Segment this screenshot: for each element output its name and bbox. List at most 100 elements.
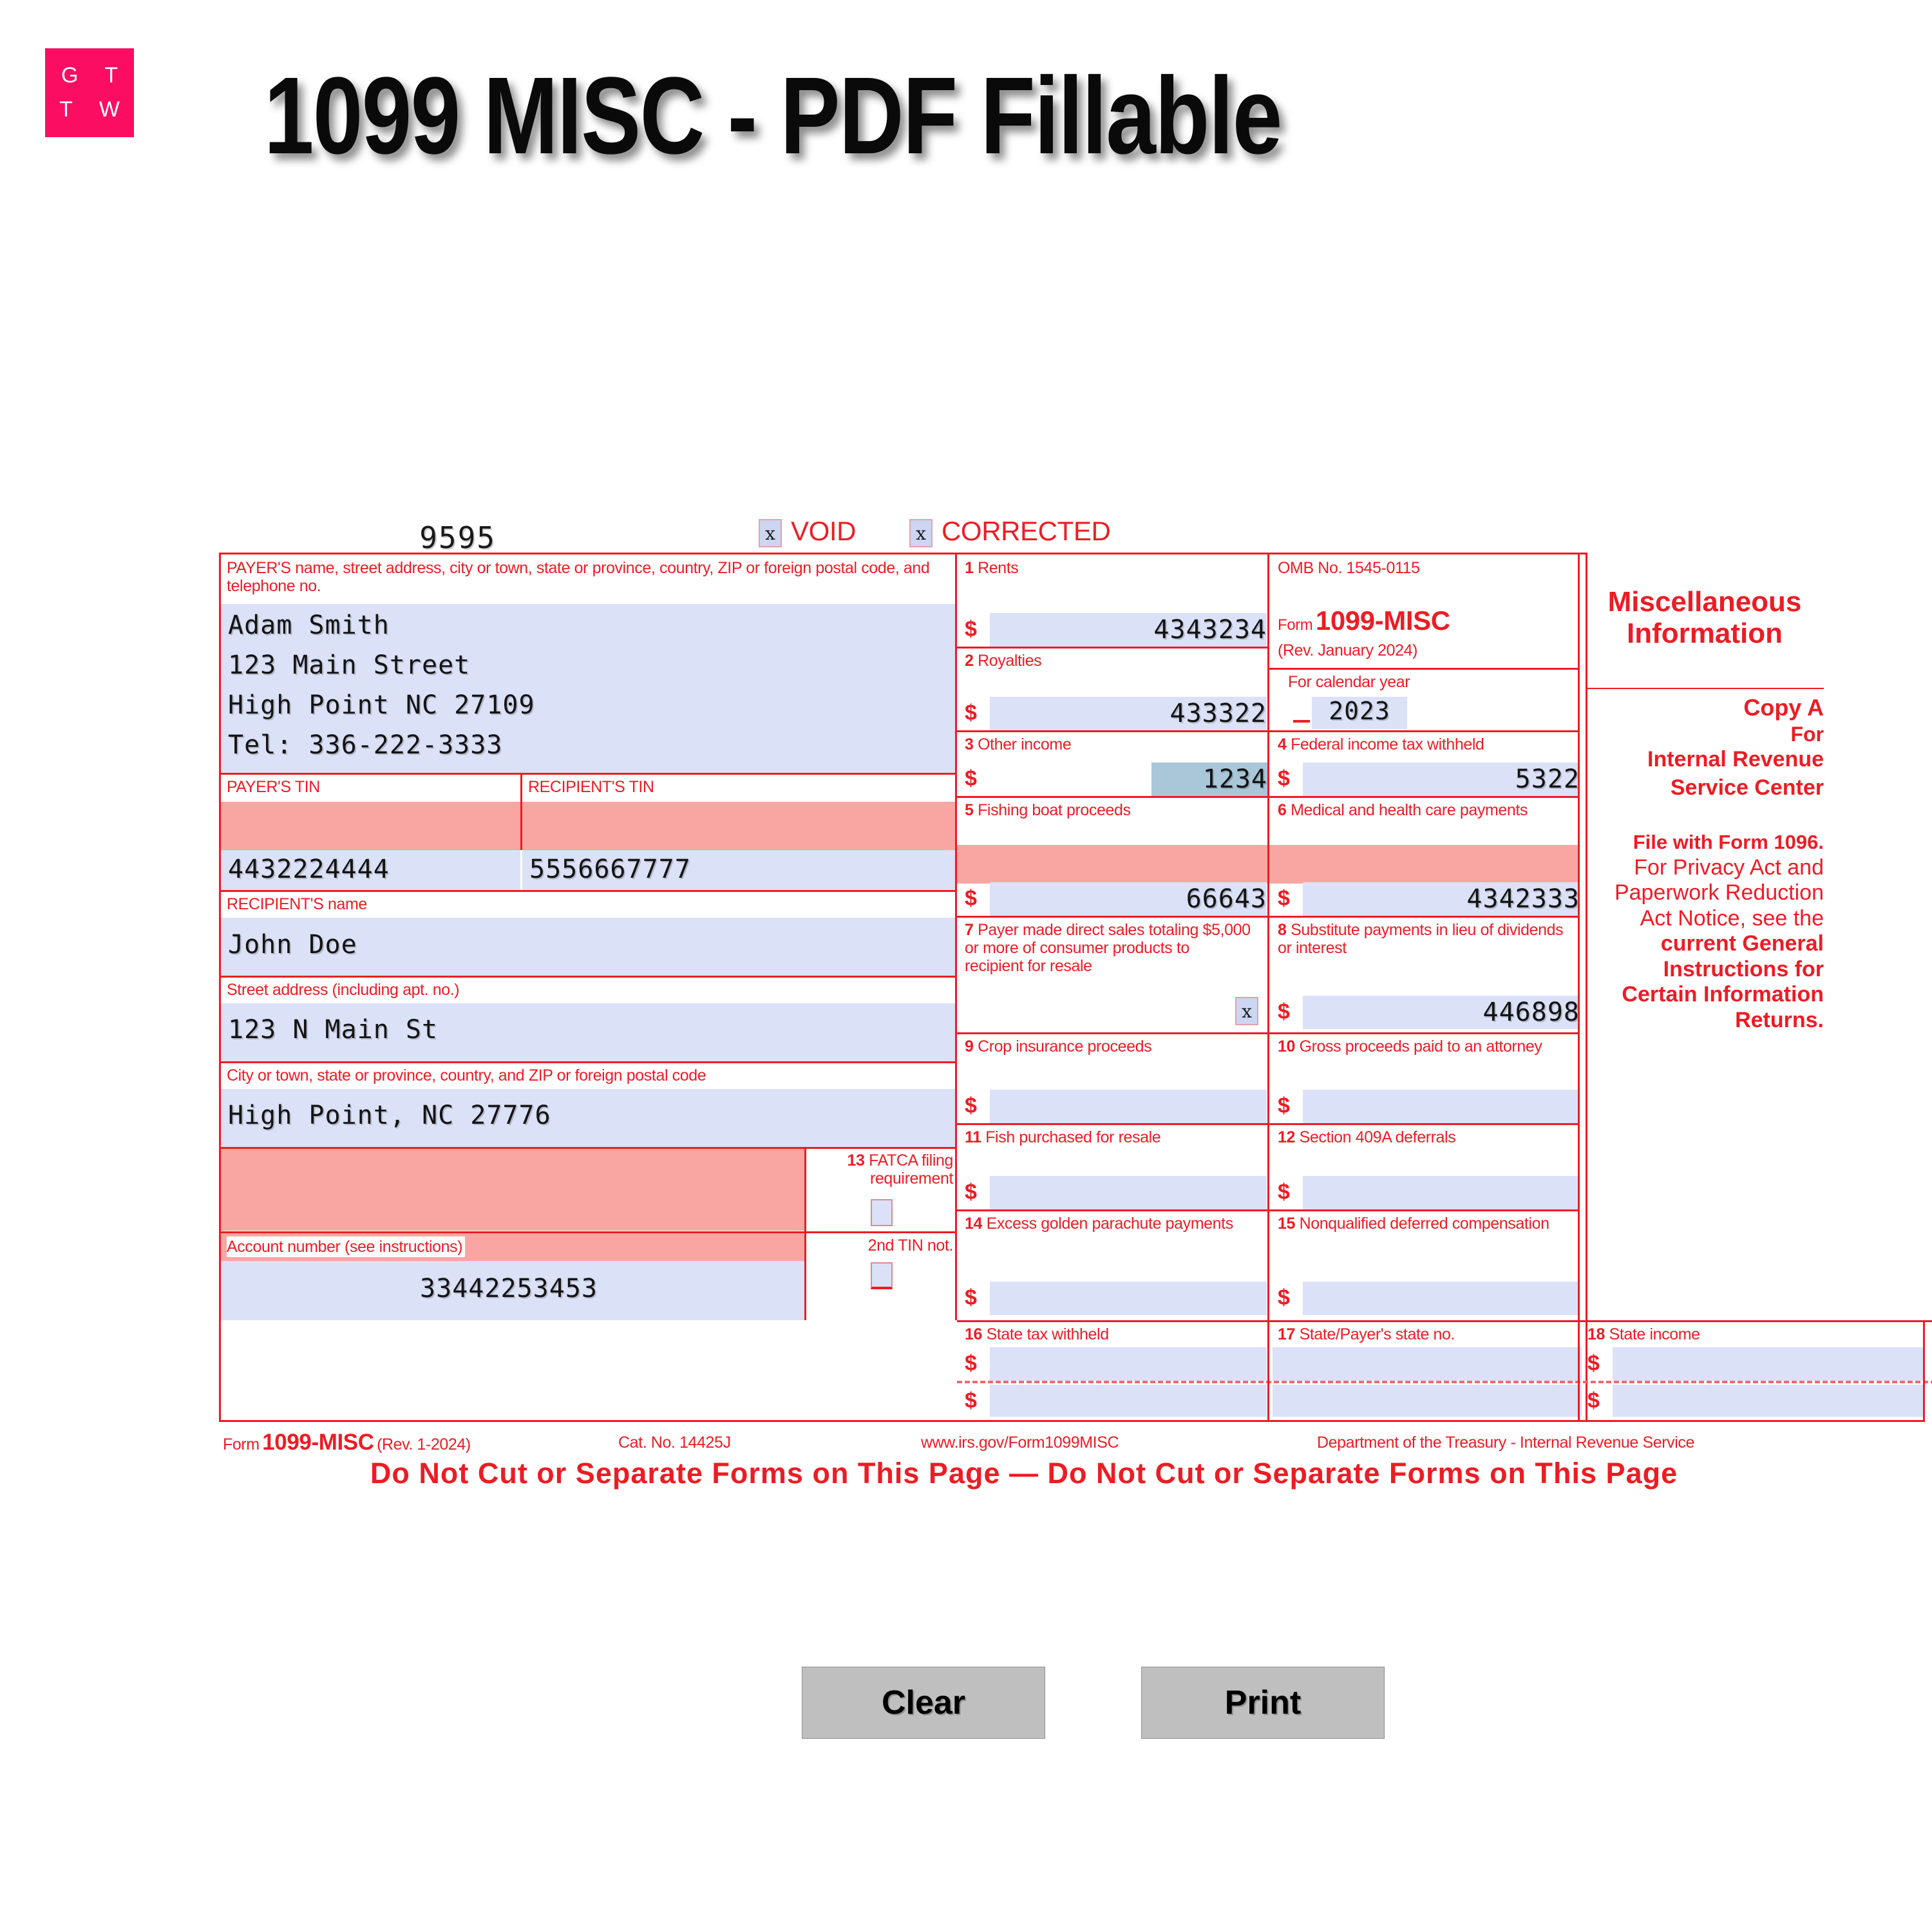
box-17-field-row-1[interactable] bbox=[1273, 1347, 1582, 1381]
form-word: Form bbox=[1278, 616, 1313, 634]
box-4-num: 4 bbox=[1278, 735, 1287, 753]
box-10-field[interactable] bbox=[1303, 1090, 1580, 1123]
copy-irs-line-1: Internal Revenue bbox=[1647, 747, 1824, 772]
box-18-field-row-2[interactable] bbox=[1613, 1385, 1923, 1417]
box-2-label: 2 Royalties bbox=[965, 652, 1267, 670]
box-6-label: 6 Medical and health care payments bbox=[1278, 801, 1571, 819]
box-12-field[interactable] bbox=[1303, 1176, 1580, 1209]
box-16-dollar-row-2: $ bbox=[965, 1388, 977, 1413]
box-12-num: 12 bbox=[1278, 1128, 1296, 1146]
box-5-dollar: $ bbox=[965, 886, 977, 911]
box-11-label: 11 Fish purchased for resale bbox=[965, 1128, 1267, 1146]
box-8-value: 446898 bbox=[1482, 998, 1580, 1027]
footer-irs-url[interactable]: www.irs.gov/Form1099MISC bbox=[921, 1434, 1119, 1452]
box-16-field-row-2[interactable] bbox=[990, 1385, 1267, 1417]
recipient-tin-required-highlight[interactable] bbox=[522, 802, 955, 850]
fatca-label: 13 FATCA filing requirement bbox=[810, 1151, 954, 1188]
box-9-field[interactable] bbox=[990, 1090, 1267, 1123]
footer-form-revision: (Rev. 1-2024) bbox=[377, 1435, 471, 1454]
print-button-label: Print bbox=[1224, 1684, 1302, 1721]
box-17-num: 17 bbox=[1278, 1325, 1296, 1343]
do-not-cut-notice: Do Not Cut or Separate Forms on This Pag… bbox=[370, 1457, 1678, 1490]
form-revision: (Rev. January 2024) bbox=[1278, 641, 1418, 659]
form-name-line: Form 1099-MISC bbox=[1278, 605, 1450, 636]
box-16-field-row-1[interactable] bbox=[990, 1347, 1267, 1381]
box-15-num: 15 bbox=[1278, 1215, 1296, 1233]
box-2-value: 433322 bbox=[1170, 699, 1267, 728]
box-14-field[interactable] bbox=[990, 1282, 1267, 1315]
second-tin-vertical-divider bbox=[804, 1231, 806, 1320]
box-9-dollar: $ bbox=[965, 1094, 977, 1118]
box-9-label: 9 Crop insurance proceeds bbox=[965, 1037, 1267, 1056]
box-9-bottom-border bbox=[957, 1123, 1267, 1125]
second-tin-checkbox[interactable] bbox=[871, 1262, 893, 1289]
print-button[interactable]: Print bbox=[1141, 1667, 1385, 1739]
box-5-text: Fishing boat proceeds bbox=[978, 801, 1131, 819]
payer-tin-required-highlight[interactable] bbox=[221, 802, 520, 850]
street-label: Street address (including apt. no.) bbox=[227, 981, 460, 999]
box-10-dollar: $ bbox=[1278, 1094, 1290, 1118]
box-18-text: State income bbox=[1609, 1325, 1701, 1343]
copy-for-label: For bbox=[1790, 723, 1824, 746]
box-7-label: 7 Payer made direct sales totaling $5,00… bbox=[965, 921, 1251, 975]
box-2-dollar: $ bbox=[965, 701, 977, 725]
box-15-field[interactable] bbox=[1303, 1282, 1580, 1315]
file-with-form-1096: File with Form 1096. bbox=[1633, 831, 1824, 853]
box-8-label: 8 Substitute payments in lieu of dividen… bbox=[1278, 921, 1571, 957]
box-8-bottom-border bbox=[1267, 1032, 1578, 1034]
void-check-mark: x bbox=[765, 522, 775, 544]
box-7-checkbox[interactable]: x bbox=[1235, 997, 1258, 1025]
box-17-label: 17 State/Payer's state no. bbox=[1278, 1325, 1455, 1343]
box-7-bottom-border bbox=[957, 1032, 1267, 1034]
city-value: High Point, NC 27776 bbox=[228, 1101, 551, 1130]
recipient-name-label: RECIPIENT'S name bbox=[227, 895, 367, 913]
box-18-dollar-row-2: $ bbox=[1587, 1388, 1600, 1413]
box-4-value: 5322 bbox=[1515, 764, 1580, 794]
box-18-label: 18 State income bbox=[1587, 1325, 1700, 1343]
gttw-logo: G T T W bbox=[45, 48, 134, 137]
clear-button[interactable]: Clear bbox=[802, 1667, 1045, 1739]
corrected-checkbox[interactable]: x bbox=[909, 519, 933, 547]
box-17-field-row-2[interactable] bbox=[1273, 1385, 1582, 1417]
box-1-bottom-border bbox=[957, 647, 1267, 649]
payer-tin-label: PAYER'S TIN bbox=[227, 778, 320, 796]
void-checkbox[interactable]: x bbox=[759, 519, 782, 547]
recipient-tin-value: 5556667777 bbox=[529, 855, 691, 884]
footer-form-word: Form bbox=[223, 1435, 260, 1454]
privacy-notice-block: For Privacy Act and Paperwork Reduction … bbox=[1586, 855, 1824, 1033]
serial-value: 9595 bbox=[419, 520, 496, 555]
form-serial-number: 9595 bbox=[219, 520, 496, 555]
box-6-value: 4342333 bbox=[1466, 884, 1580, 914]
recipient-tin-label: RECIPIENT'S TIN bbox=[528, 778, 654, 796]
box-11-field[interactable] bbox=[990, 1176, 1267, 1209]
box-9-text: Crop insurance proceeds bbox=[978, 1037, 1152, 1056]
box-1-label: 1 Rents bbox=[965, 559, 1267, 577]
box-4-bottom-border bbox=[1267, 796, 1578, 798]
box-16-text: State tax withheld bbox=[986, 1325, 1110, 1343]
box-10-bottom-border bbox=[1267, 1123, 1578, 1125]
box-17-left-border bbox=[1267, 1320, 1269, 1422]
box-9-num: 9 bbox=[965, 1037, 974, 1056]
logo-line-1: G T bbox=[61, 63, 129, 88]
box-8-num: 8 bbox=[1278, 921, 1287, 939]
second-tin-label: 2nd TIN not. bbox=[867, 1236, 954, 1255]
box-6-required-highlight bbox=[1269, 845, 1578, 884]
privacy-notice-bold: current General Instructions for Certain… bbox=[1622, 931, 1824, 1032]
box-10-num: 10 bbox=[1278, 1037, 1296, 1056]
recipient-name-divider bbox=[219, 890, 957, 892]
form-name: 1099-MISC bbox=[1315, 605, 1450, 636]
box-8-text: Substitute payments in lieu of dividends… bbox=[1278, 921, 1564, 957]
calendar-year-divider bbox=[1267, 668, 1578, 670]
fatca-checkbox[interactable] bbox=[871, 1199, 893, 1226]
box-3-text: Other income bbox=[978, 735, 1072, 753]
box-18-field-row-1[interactable] bbox=[1613, 1347, 1923, 1381]
fatca-label-text: FATCA filing requirement bbox=[869, 1151, 953, 1188]
misc-information-heading: Miscellaneous Information bbox=[1586, 586, 1824, 650]
state-row-right-border bbox=[1923, 1320, 1925, 1422]
logo-line-2: T W bbox=[59, 97, 130, 122]
box-15-dollar: $ bbox=[1278, 1285, 1290, 1310]
box-12-bottom-border bbox=[1267, 1209, 1578, 1211]
misc-information-line-1: Miscellaneous bbox=[1607, 586, 1802, 618]
box-18-left-border bbox=[1578, 1320, 1580, 1422]
box-7-text: Payer made direct sales totaling $5,000 … bbox=[965, 921, 1251, 975]
